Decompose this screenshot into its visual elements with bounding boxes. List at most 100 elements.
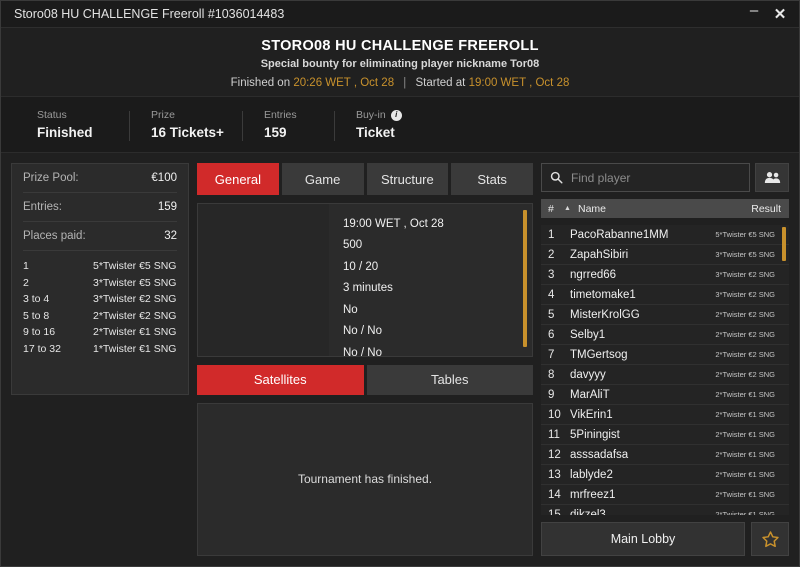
- payout-prize: 3*Twister €2 SNG: [93, 293, 177, 305]
- column-header-number[interactable]: #: [548, 203, 564, 215]
- status-cell-prize: Prize 16 Tickets+: [129, 109, 242, 141]
- status-cell-buyin: Buy-in i Ticket: [333, 109, 426, 141]
- table-row[interactable]: 13 lablyde2 2*Twister €1 SNG: [541, 465, 789, 485]
- table-row[interactable]: 9 MarAliT 2*Twister €1 SNG: [541, 385, 789, 405]
- table-row[interactable]: 5 MisterKrolGG 2*Twister €2 SNG: [541, 305, 789, 325]
- details-scrollbar-track[interactable]: [523, 210, 527, 350]
- places-paid-label: Places paid:: [23, 230, 86, 242]
- table-row[interactable]: 6 Selby1 2*Twister €2 SNG: [541, 325, 789, 345]
- finished-label: Finished on: [230, 77, 291, 89]
- tab-satellites[interactable]: Satellites: [197, 364, 364, 395]
- player-result: 2*Twister €1 SNG: [715, 490, 775, 499]
- table-row[interactable]: 15 dikzel3 2*Twister €1 SNG: [541, 505, 789, 516]
- tab-stats[interactable]: Stats: [451, 163, 533, 195]
- player-result: 5*Twister €5 SNG: [715, 230, 775, 239]
- prize-entries-label: Entries:: [23, 201, 62, 213]
- search-box[interactable]: Find player: [541, 163, 750, 192]
- player-result: 3*Twister €2 SNG: [715, 290, 775, 299]
- player-name: MarAliT: [570, 388, 610, 401]
- tab-general[interactable]: General: [197, 163, 279, 195]
- player-result: 2*Twister €1 SNG: [715, 470, 775, 479]
- column-header-name[interactable]: Name: [578, 203, 751, 215]
- started-time: 19:00 WET , Oct 28: [468, 77, 570, 89]
- table-row[interactable]: 8 davyyy 2*Twister €2 SNG: [541, 365, 789, 385]
- detail-value: 19:00 WET , Oct 28: [343, 217, 444, 230]
- status-strip: Status Finished Prize 16 Tickets+ Entrie…: [1, 96, 799, 153]
- table-row[interactable]: 10 VikErin1 2*Twister €1 SNG: [541, 405, 789, 425]
- favorite-button[interactable]: [751, 522, 789, 556]
- player-result: 3*Twister €2 SNG: [715, 270, 775, 279]
- details-column: General Game Structure Stats Starting Ti…: [197, 163, 533, 556]
- tab-structure[interactable]: Structure: [366, 163, 449, 195]
- payout-row: 5 to 8 2*Twister €2 SNG: [23, 308, 177, 325]
- player-list[interactable]: 1 PacoRabanne1MM 5*Twister €5 SNG 2 Zapa…: [541, 225, 789, 515]
- tab-game[interactable]: Game: [281, 163, 364, 195]
- table-row[interactable]: 12 asssadafsa 2*Twister €1 SNG: [541, 445, 789, 465]
- prize-pool-value: €100: [151, 172, 177, 184]
- table-row[interactable]: 7 TMGertsog 2*Twister €2 SNG: [541, 345, 789, 365]
- payout-prize: 5*Twister €5 SNG: [93, 260, 177, 272]
- table-row[interactable]: 11 5Piningist 2*Twister €1 SNG: [541, 425, 789, 445]
- prize-column: Prize Pool: €100 Entries: 159 Places pai…: [11, 163, 189, 556]
- entries-value: 159: [263, 125, 287, 140]
- player-rank: 9: [548, 388, 555, 401]
- sort-ascending-icon[interactable]: ▲: [564, 205, 578, 212]
- satellites-tables-tabs: Satellites Tables: [197, 364, 533, 395]
- player-list-scrollbar-thumb[interactable]: [782, 227, 786, 261]
- tournament-header: STORO08 HU CHALLENGE FREEROLL Special bo…: [1, 28, 799, 96]
- player-result: 3*Twister €5 SNG: [715, 250, 775, 259]
- table-row[interactable]: 3 ngrred66 3*Twister €2 SNG: [541, 265, 789, 285]
- tab-tables[interactable]: Tables: [366, 364, 533, 395]
- payout-place: 9 to 16: [23, 326, 56, 338]
- player-list-scrollbar-track[interactable]: [782, 227, 786, 513]
- detail-value: No: [343, 303, 358, 316]
- detail-value: No / No: [343, 346, 382, 357]
- column-header-result[interactable]: Result: [751, 203, 781, 215]
- player-name: Selby1: [570, 328, 606, 341]
- friends-button[interactable]: [755, 163, 789, 192]
- player-name: VikErin1: [570, 408, 613, 421]
- player-rank: 2: [548, 248, 555, 261]
- tournament-title: STORO08 HU CHALLENGE FREEROLL: [261, 38, 539, 54]
- status-label: Status: [37, 109, 67, 121]
- player-rank: 13: [548, 468, 561, 481]
- prize-label: Prize: [151, 109, 175, 121]
- player-rank: 7: [548, 348, 555, 361]
- star-icon: [761, 530, 779, 547]
- close-button[interactable]: ✕: [767, 3, 793, 25]
- prize-entries-value: 159: [157, 201, 177, 213]
- table-row[interactable]: 4 timetomake1 3*Twister €2 SNG: [541, 285, 789, 305]
- payout-place: 1: [23, 260, 29, 272]
- payout-place: 2: [23, 276, 29, 289]
- player-rank: 1: [548, 228, 555, 241]
- payout-prize: 3*Twister €5 SNG: [93, 276, 177, 289]
- places-paid-row: Places paid: 32: [23, 222, 177, 251]
- finished-time: 20:26 WET , Oct 28: [293, 77, 395, 89]
- table-row[interactable]: 2 ZapahSibiri 3*Twister €5 SNG: [541, 245, 789, 265]
- player-result: 2*Twister €2 SNG: [715, 370, 775, 379]
- player-result: 2*Twister €2 SNG: [715, 310, 775, 319]
- player-rank: 3: [548, 268, 555, 281]
- payout-prize: 2*Twister €1 SNG: [93, 326, 177, 338]
- places-paid-value: 32: [164, 230, 177, 242]
- player-result: 2*Twister €2 SNG: [715, 330, 775, 339]
- player-rank: 11: [548, 428, 560, 441]
- player-name: ngrred66: [570, 268, 617, 281]
- prize-pool-panel: Prize Pool: €100 Entries: 159 Places pai…: [11, 163, 189, 395]
- footer-row: Main Lobby: [541, 522, 789, 556]
- tournament-lobby-window: Storo08 HU CHALLENGE Freeroll #103601448…: [0, 0, 800, 567]
- player-name: MisterKrolGG: [570, 308, 640, 321]
- detail-value: 10 / 20: [343, 260, 379, 273]
- table-row[interactable]: 14 mrfreez1 2*Twister €1 SNG: [541, 485, 789, 505]
- details-scrollbar-thumb[interactable]: [523, 210, 527, 347]
- info-icon[interactable]: i: [390, 109, 402, 121]
- satellites-message: Tournament has finished.: [297, 472, 433, 487]
- time-separator: |: [403, 77, 407, 89]
- payout-row: 17 to 32 1*Twister €1 SNG: [23, 341, 177, 358]
- prize-pool-row: Prize Pool: €100: [23, 164, 177, 193]
- table-row[interactable]: 1 PacoRabanne1MM 5*Twister €5 SNG: [541, 225, 789, 245]
- minimize-button[interactable]: –: [741, 3, 767, 25]
- tournament-times: Finished on 20:26 WET , Oct 28 | Started…: [231, 77, 570, 89]
- search-input[interactable]: Find player: [571, 171, 630, 185]
- main-lobby-button[interactable]: Main Lobby: [541, 522, 745, 556]
